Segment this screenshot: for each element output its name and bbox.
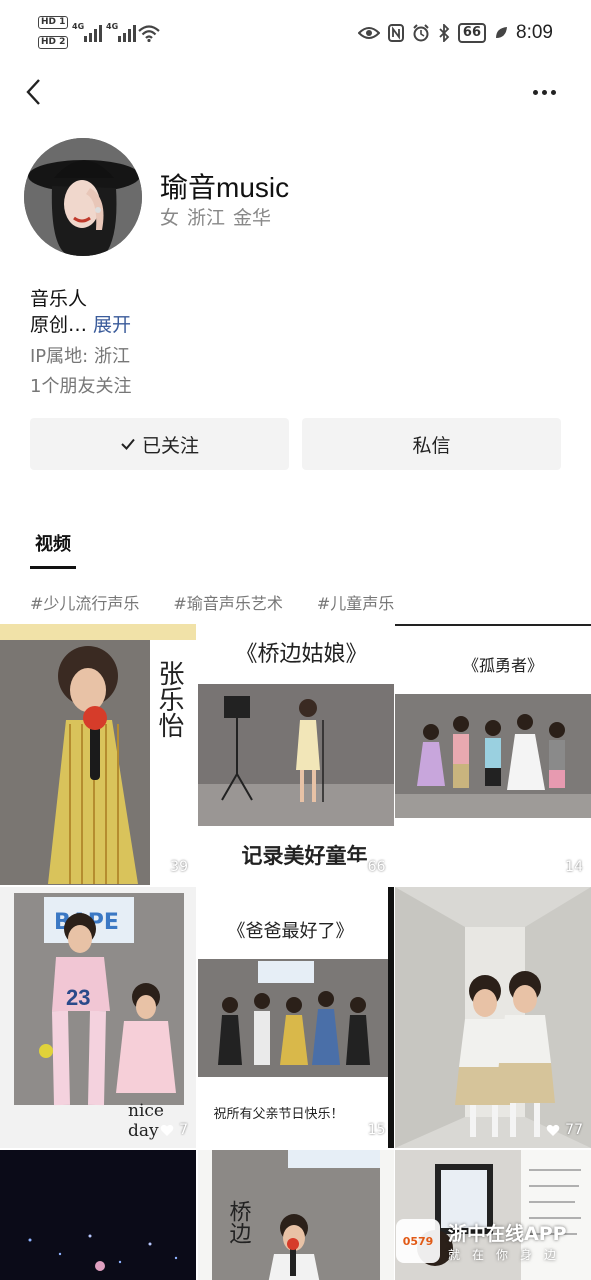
top-nav: [0, 66, 591, 118]
tab-video[interactable]: 视频: [30, 530, 76, 556]
bio-preview: 原创…: [30, 314, 88, 336]
video-thumbnail[interactable]: 《桥边姑娘》 记录美好童年 66: [197, 624, 394, 885]
like-count: 77: [546, 1122, 583, 1138]
like-count-value: 7: [179, 1122, 188, 1138]
nfc-icon: [387, 24, 404, 42]
profile-name: 瑜音music: [160, 172, 290, 203]
sim2-badge: HD 2: [38, 36, 69, 49]
like-count-value: 15: [367, 1122, 386, 1138]
heart-icon: [349, 1124, 362, 1136]
like-count: 66: [349, 859, 386, 875]
like-count: 14: [546, 859, 583, 875]
gender: 女: [160, 207, 180, 229]
video-caption: 《孤勇者》: [463, 656, 544, 675]
avatar-image: [24, 138, 142, 256]
video-thumbnail[interactable]: [0, 1150, 196, 1280]
back-button[interactable]: [18, 74, 48, 110]
message-button[interactable]: 私信: [302, 418, 561, 470]
ip-location: IP属地: 浙江: [30, 346, 130, 367]
like-count: 15: [349, 1122, 386, 1138]
like-count-value: 14: [565, 859, 583, 875]
clock: 8:09: [516, 22, 553, 43]
video-thumbnail[interactable]: 张乐怡 39: [0, 624, 196, 885]
expand-link[interactable]: 展开: [93, 314, 131, 336]
more-options-button[interactable]: [527, 74, 561, 110]
tab-active-indicator: [30, 566, 76, 569]
eye-icon: [357, 27, 380, 39]
tag-list: #少儿流行声乐 #瑜音声乐艺术 #儿童声乐: [30, 590, 394, 614]
avatar[interactable]: [24, 138, 142, 256]
bluetooth-icon: [439, 24, 450, 42]
heart-icon: [151, 861, 165, 873]
video-thumbnail[interactable]: 《孤勇者》 14: [395, 624, 591, 885]
video-caption: 桥边: [225, 1200, 251, 1244]
watermark-tagline: 就在你身边: [448, 1248, 569, 1262]
like-count: 39: [151, 859, 188, 875]
bio-preview-line: 原创… 展开: [30, 310, 131, 337]
more-dot-icon: [550, 89, 556, 95]
video-caption: 张乐怡: [154, 660, 184, 738]
signal-1-label: 4G: [72, 22, 85, 31]
more-dot-icon: [541, 89, 547, 95]
video-subcaption: 祝所有父亲节日快乐！: [213, 1107, 344, 1122]
video-caption: 《爸爸最好了》: [227, 921, 354, 942]
alarm-icon: [413, 24, 429, 42]
signal-2-icon: [118, 25, 136, 42]
video-thumbnail[interactable]: BAPE 23 nice day 7: [0, 887, 196, 1148]
signal-1-icon: [84, 25, 102, 42]
like-count-value: 39: [170, 859, 188, 875]
battery-level: 66: [457, 23, 487, 43]
following-label: 已关注: [141, 434, 199, 457]
heart-icon: [546, 861, 560, 873]
leaf-icon: [496, 27, 508, 38]
like-count-value: 66: [367, 859, 386, 875]
video-image: [395, 887, 591, 1148]
city: 金华: [233, 207, 272, 229]
video-caption: 《桥边姑娘》: [235, 642, 368, 667]
video-grid: 张乐怡 39 《桥边姑娘》 记录美好童年 66 《孤勇者》 14 23 nice…: [0, 624, 591, 1280]
video-thumbnail[interactable]: 《爸爸最好了》 祝所有父亲节日快乐！ 15: [197, 887, 394, 1148]
video-thumbnail[interactable]: 77: [395, 887, 591, 1148]
wifi-icon: [138, 25, 160, 42]
system-status: 66 8:09: [357, 18, 553, 48]
like-count: 7: [160, 1122, 188, 1138]
following-button[interactable]: 已关注: [30, 418, 289, 470]
tag-item[interactable]: #儿童声乐: [317, 590, 394, 614]
profile-meta: 女 浙江 金华: [160, 203, 271, 230]
check-icon: [121, 438, 135, 450]
heart-icon: [160, 1124, 174, 1136]
jersey-number: 23: [66, 985, 91, 1010]
signal-2-label: 4G: [106, 22, 119, 31]
province: 浙江: [187, 207, 226, 229]
app-watermark: 0579 浙中在线APP 就在你身边: [396, 1216, 586, 1266]
sim1-badge: HD 1: [38, 16, 69, 29]
watermark-logo: 0579: [396, 1219, 440, 1263]
friends-follow[interactable]: 1个朋友关注: [30, 372, 131, 398]
status-bar: HD 1 HD 2 4G 4G 66 8:09: [0, 0, 591, 66]
tag-item[interactable]: #少儿流行声乐: [30, 590, 139, 614]
tag-item[interactable]: #瑜音声乐艺术: [173, 590, 282, 614]
more-dot-icon: [532, 89, 538, 95]
chevron-left-icon: [26, 79, 40, 105]
video-image: [0, 1150, 196, 1280]
bio-title: 音乐人: [30, 288, 88, 310]
watermark-app-name: 浙中在线APP: [448, 1223, 567, 1245]
cellular-status: HD 1 HD 2 4G 4G: [38, 16, 162, 52]
heart-icon: [546, 1124, 560, 1136]
heart-icon: [349, 861, 362, 873]
video-thumbnail[interactable]: 桥边: [197, 1150, 394, 1280]
like-count-value: 77: [565, 1122, 583, 1138]
